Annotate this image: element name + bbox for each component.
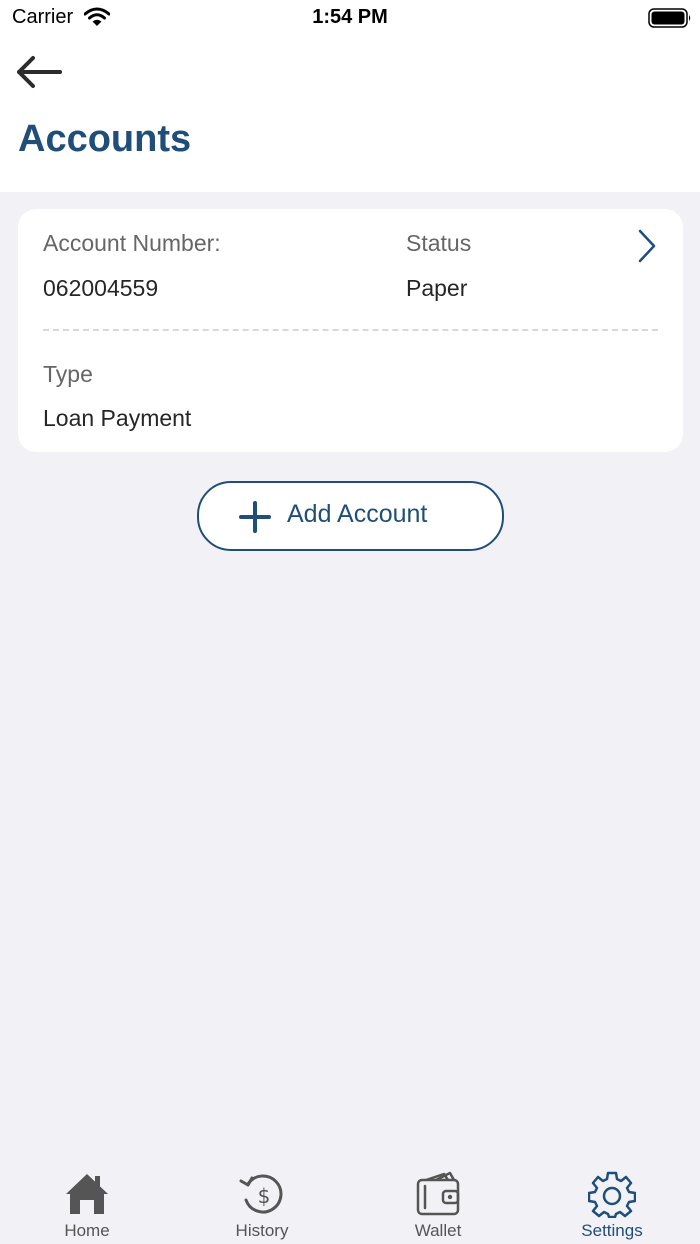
account-number-label: Account Number:: [43, 230, 221, 256]
tab-wallet-label: Wallet: [414, 1221, 462, 1240]
type-value: Loan Payment: [43, 405, 192, 431]
status-time: 1:54 PM: [312, 6, 388, 28]
status-value: Paper: [406, 275, 468, 301]
tab-settings-label: Settings: [581, 1221, 643, 1240]
tab-history[interactable]: $ History: [192, 1160, 332, 1244]
tab-wallet[interactable]: Wallet: [368, 1160, 508, 1244]
plus-icon: [239, 501, 271, 533]
type-label: Type: [43, 361, 93, 387]
status-label: Status: [406, 230, 472, 256]
page-title: Accounts: [18, 118, 192, 160]
account-card[interactable]: Account Number: 062004559 Status Paper T…: [18, 209, 683, 452]
home-icon: [66, 1174, 108, 1214]
account-number-value: 062004559: [43, 275, 159, 301]
battery-icon: [648, 8, 691, 28]
tab-settings[interactable]: Settings: [542, 1160, 682, 1244]
add-account-label: Add Account: [287, 500, 428, 528]
page-header: Accounts: [0, 36, 700, 192]
add-account-button[interactable]: Add Account: [197, 481, 504, 551]
svg-text:$: $: [258, 1184, 271, 1208]
tab-history-label: History: [235, 1221, 289, 1240]
tab-home[interactable]: Home: [17, 1160, 157, 1244]
card-divider: [43, 329, 658, 331]
chevron-right-icon[interactable]: [634, 227, 660, 265]
tab-home-label: Home: [64, 1221, 110, 1240]
status-bar: Carrier 1:54 PM: [0, 0, 700, 36]
back-button[interactable]: [12, 52, 70, 96]
history-dollar-icon: $: [239, 1174, 283, 1214]
arrow-left-icon: [17, 56, 62, 88]
gear-icon: [588, 1171, 636, 1218]
wallet-icon: [416, 1171, 460, 1216]
tab-bar: Home $ History Wallet Settings: [0, 1160, 700, 1244]
